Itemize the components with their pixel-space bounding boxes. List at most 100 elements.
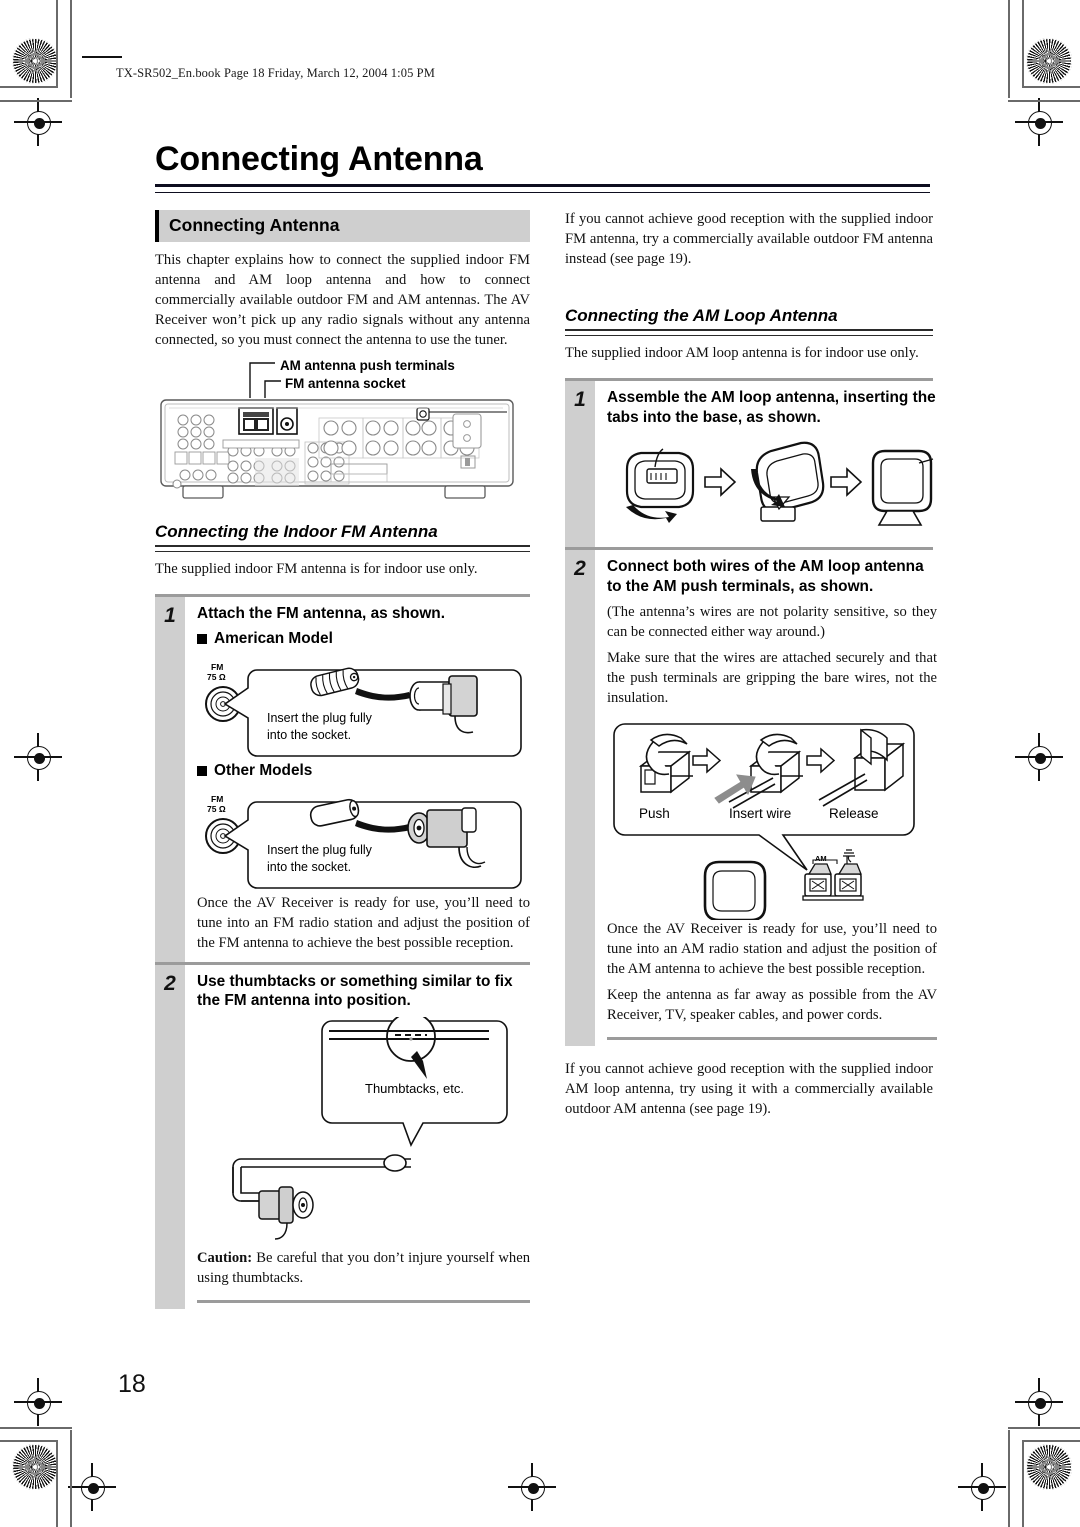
- am-outdoor-note: If you cannot achieve good reception wit…: [565, 1060, 933, 1117]
- fm-step-1-title: Attach the FM antenna, as shown.: [197, 604, 445, 622]
- print-star-target-bottom-left: [12, 1444, 58, 1490]
- am-assembly-illustration: [625, 442, 934, 527]
- fm-step-1-number: 1: [155, 596, 185, 962]
- svg-text:Insert the plug fully: Insert the plug fully: [267, 711, 373, 725]
- caution-label: Caution:: [197, 1250, 253, 1267]
- registration-mark-bottom-left: [14, 1378, 62, 1426]
- registration-mark-mid-left: [14, 733, 62, 781]
- am-step-2-number: 2: [565, 550, 595, 1046]
- fm-step-2-bottom-rule: [197, 1299, 530, 1303]
- svg-text:FM: FM: [211, 794, 223, 804]
- crop-line-top-right-v: [1022, 0, 1024, 88]
- release-label: Release: [829, 806, 879, 821]
- am-step-2-title: Connect both wires of the AM loop antenn…: [607, 558, 924, 596]
- crop-line-top-right-h2: [1008, 100, 1080, 102]
- am-step-2: 2 Connect both wires of the AM loop ante…: [565, 547, 937, 1046]
- svg-text:FM: FM: [211, 662, 223, 672]
- registration-mark-bottom-right: [1015, 1378, 1063, 1426]
- push-label: Push: [639, 806, 670, 821]
- leader-lines: [249, 362, 281, 398]
- bullet-other-models-label: Other Models: [214, 761, 313, 779]
- fm-step-2-number: 2: [155, 964, 185, 1309]
- section-heading-connecting-antenna: Connecting Antenna: [155, 210, 530, 242]
- crop-line-bottom-right-h: [1022, 1440, 1080, 1442]
- title-divider: [155, 184, 930, 193]
- page-number: 18: [118, 1370, 146, 1398]
- svg-text:75 Ω: 75 Ω: [207, 804, 226, 814]
- document-page: TX-SR502_En.book Page 18 Friday, March 1…: [0, 0, 1080, 1527]
- svg-text:into the socket.: into the socket.: [267, 860, 351, 874]
- receiver-rear-panel-illustration: [160, 399, 514, 499]
- header-underline: [82, 56, 122, 58]
- registration-mark-top-right: [1015, 98, 1063, 146]
- bullet-american-model: American Model: [197, 630, 530, 648]
- bullet-other-models: Other Models: [197, 762, 530, 780]
- fm-intro-paragraph: The supplied indoor FM antenna is for in…: [155, 560, 478, 577]
- fm-other-models-illustration: FM 75 Ω Insert the plug fully into the s…: [205, 794, 522, 889]
- crop-line-bottom-left-v2: [70, 1430, 72, 1527]
- fm-american-model-figure: FM 75 Ω Insert the plug fully into the s…: [197, 652, 530, 760]
- svg-text:75 Ω: 75 Ω: [207, 672, 226, 682]
- right-column: If you cannot achieve good reception wit…: [565, 210, 937, 1131]
- print-star-target-bottom-right: [1026, 1444, 1072, 1490]
- left-column: Connecting Antenna This chapter explains…: [155, 210, 530, 1309]
- fm-step-1-after-text: Once the AV Receiver is ready for use, y…: [197, 894, 530, 951]
- bullet-american-model-label: American Model: [214, 629, 333, 647]
- subheading-indoor-fm-antenna: Connecting the Indoor FM Antenna: [155, 521, 438, 541]
- fm-step-2-body: Use thumbtacks or something similar to f…: [185, 965, 530, 1309]
- square-bullet-icon: [197, 633, 207, 644]
- am-step-1-number: 1: [565, 380, 595, 548]
- registration-mark-bottom-center-right: [508, 1463, 556, 1511]
- fm-caution-paragraph: Caution: Be careful that you don’t injur…: [197, 1249, 530, 1289]
- am-step-2-note1: (The antenna’s wires are not polarity se…: [607, 603, 937, 640]
- am-step-2-after-text1: Once the AV Receiver is ready for use, y…: [607, 920, 937, 977]
- am-step-2-body: Connect both wires of the AM loop antenn…: [595, 550, 937, 1045]
- am-push-terminal-figure: Push Insert wire Release AM: [607, 720, 937, 920]
- terminal-am-label: AM: [815, 854, 827, 863]
- am-push-terminal-illustration: Push Insert wire Release AM: [613, 722, 915, 920]
- crop-line-top-left-v: [56, 0, 58, 88]
- print-star-target-top-right: [1026, 38, 1072, 84]
- am-assembly-figure: [607, 433, 937, 541]
- crop-line-bottom-left-v: [56, 1440, 58, 1527]
- fm-thumbtack-illustration: Thumbtacks, etc.: [232, 1017, 508, 1240]
- am-intro-paragraph: The supplied indoor AM loop antenna is f…: [565, 344, 919, 361]
- crop-line-top-right-v2: [1008, 0, 1010, 98]
- fm-step-1-body: Attach the FM antenna, as shown. America…: [185, 597, 530, 962]
- am-step-2-after-text2: Keep the antenna as far away as possible…: [607, 986, 937, 1023]
- crop-line-bottom-left-h2: [0, 1427, 72, 1429]
- am-step-2-note2: Make sure that the wires are attached se…: [607, 649, 937, 706]
- registration-mark-bottom-center-right2: [958, 1463, 1006, 1511]
- crop-line-top-right-h: [1022, 86, 1080, 88]
- fm-thumbtack-figure: Thumbtacks, etc.: [197, 1017, 530, 1249]
- svg-text:Insert the plug fully: Insert the plug fully: [267, 843, 373, 857]
- am-step-1-title: Assemble the AM loop antenna, inserting …: [607, 388, 936, 426]
- page-title: Connecting Antenna: [155, 140, 483, 178]
- am-step-1-body: Assemble the AM loop antenna, inserting …: [595, 381, 937, 547]
- print-star-target-top-left: [12, 38, 58, 84]
- registration-mark-top-left: [14, 98, 62, 146]
- square-bullet-icon-2: [197, 765, 207, 776]
- am-step-2-bottom-rule: [607, 1036, 937, 1040]
- svg-text:into the socket.: into the socket.: [267, 728, 351, 742]
- book-file-header: TX-SR502_En.book Page 18 Friday, March 1…: [116, 66, 435, 80]
- crop-line-bottom-right-v2: [1008, 1430, 1010, 1527]
- thumbtacks-caption: Thumbtacks, etc.: [365, 1081, 464, 1096]
- crop-line-top-left-v2: [70, 0, 72, 98]
- fm-american-model-illustration: FM 75 Ω Insert the plug fully into the s…: [205, 662, 522, 757]
- crop-line-bottom-left-h: [0, 1440, 58, 1442]
- crop-line-bottom-right-h2: [1008, 1427, 1080, 1429]
- insert-wire-label: Insert wire: [729, 806, 791, 821]
- crop-line-top-left-h: [0, 86, 58, 88]
- am-subheading-divider: [565, 328, 933, 336]
- receiver-rear-panel-figure: AM antenna push terminals FM antenna soc…: [155, 358, 530, 506]
- registration-mark-bottom-center-left: [68, 1463, 116, 1511]
- am-step-1: 1 Assemble the AM loop antenna, insertin…: [565, 377, 936, 548]
- fm-step-2: 2 Use thumbtacks or something similar to…: [155, 961, 530, 1309]
- fm-step-2-title: Use thumbtacks or something similar to f…: [197, 972, 513, 1010]
- fm-other-models-figure: FM 75 Ω Insert the plug fully into the s…: [197, 784, 530, 892]
- subheading-divider: [155, 544, 530, 552]
- crop-line-top-left-h2: [0, 100, 72, 102]
- intro-paragraph: This chapter explains how to connect the…: [155, 252, 530, 348]
- fm-outdoor-note: If you cannot achieve good reception wit…: [565, 211, 933, 267]
